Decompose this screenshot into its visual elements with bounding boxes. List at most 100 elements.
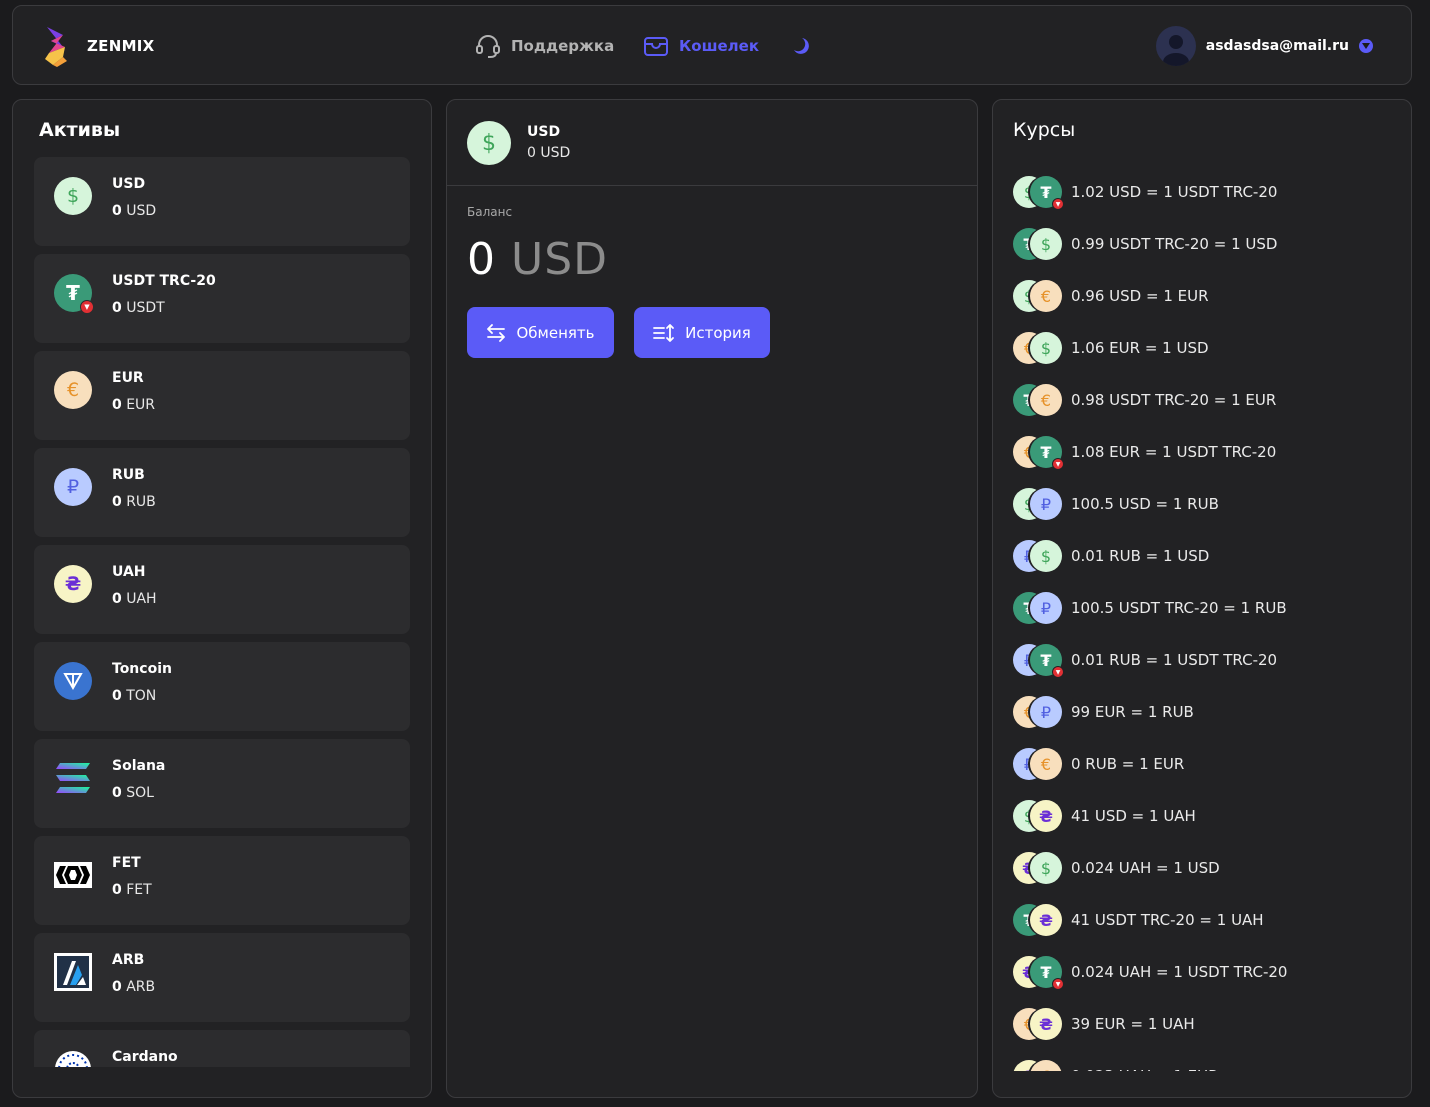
rub-icon: ₽ — [1030, 592, 1062, 624]
rate-row: $ ₮ ▼ 1.02 USD = 1 USDT TRC-20 — [1013, 166, 1403, 218]
user-avatar-icon — [1162, 35, 1189, 66]
uah-icon: ₴ — [1030, 1008, 1062, 1040]
rate-text: 100.5 USDT TRC-20 = 1 RUB — [1071, 599, 1287, 617]
currency-pair-icon: ₴ $ — [1013, 852, 1063, 884]
assets-panel: Активы $ USD 0 USD ₮ ▼ USDT TRC-20 0 USDT… — [12, 99, 432, 1098]
rate-text: 100.5 USD = 1 RUB — [1071, 495, 1219, 513]
asset-card-cardano[interactable]: Cardano — [34, 1030, 410, 1067]
usdt-trc20-icon: ₮ ▼ — [54, 274, 94, 314]
rate-row: ₴ ₮ ▼ 0.024 UAH = 1 USDT TRC-20 — [1013, 946, 1403, 998]
rates-title: Курсы — [1013, 119, 1076, 141]
currency-pair-icon: ₮ ₽ — [1013, 592, 1063, 624]
rate-row: ₮ ₽ 100.5 USDT TRC-20 = 1 RUB — [1013, 582, 1403, 634]
asset-name: ARB — [112, 952, 145, 968]
zenmix-logo-icon[interactable] — [41, 25, 71, 67]
assets-title: Активы — [39, 119, 121, 141]
toncoin-icon — [54, 662, 92, 700]
usd-icon: $ — [467, 121, 511, 165]
rate-text: 0.024 UAH = 1 USD — [1071, 859, 1220, 877]
history-label: История — [685, 323, 751, 342]
currency-pair-icon: ₮ ₴ — [1013, 904, 1063, 936]
rate-row: $ ₽ 100.5 USD = 1 RUB — [1013, 478, 1403, 530]
rate-row: € ₽ 99 EUR = 1 RUB — [1013, 686, 1403, 738]
tron-badge-icon: ▼ — [80, 300, 94, 314]
asset-balance: 0 RUB — [112, 494, 156, 510]
asset-card-arb[interactable]: ARB 0 ARB — [34, 933, 410, 1022]
brand-name: ZENMIX — [87, 37, 155, 55]
chevron-down-icon[interactable] — [1359, 39, 1373, 53]
eur-icon: € — [54, 371, 92, 409]
rates-list: $ ₮ ▼ 1.02 USD = 1 USDT TRC-20 ₮ $0.99 USDT T… — [1013, 166, 1403, 1071]
nav-support[interactable]: Поддержка — [475, 32, 614, 60]
asset-balance: 0 ARB — [112, 979, 156, 995]
asset-card-uah[interactable]: ₴ UAH 0 UAH — [34, 545, 410, 634]
wallet-icon — [644, 37, 668, 56]
rate-text: 0.01 RUB = 1 USDT TRC-20 — [1071, 651, 1278, 669]
history-button[interactable]: История — [634, 307, 770, 358]
currency-pair-icon: $ € — [1013, 280, 1063, 312]
currency-pair-icon: ₽ ₮ ▼ — [1013, 644, 1064, 678]
tron-badge-icon: ▼ — [1052, 666, 1064, 678]
nav-support-label: Поддержка — [511, 37, 615, 55]
exchange-arrows-icon — [487, 323, 506, 342]
rate-row: ₮ $ 0.99 USDT TRC-20 = 1 USD — [1013, 218, 1403, 270]
usdt-icon: ₮ ▼ — [1030, 176, 1064, 210]
asset-card-solana[interactable]: Solana 0 SOL — [34, 739, 410, 828]
currency-pair-icon: € ₽ — [1013, 696, 1063, 728]
asset-card-eur[interactable]: € EUR 0 EUR — [34, 351, 410, 440]
currency-pair-icon: $ ₴ — [1013, 800, 1063, 832]
selected-asset-name: USD — [527, 124, 561, 140]
usdt-icon: ₮ ▼ — [1030, 644, 1064, 678]
balance-label: Баланс — [467, 205, 513, 219]
rate-text: 0.98 USDT TRC-20 = 1 EUR — [1071, 391, 1277, 409]
asset-card-usd[interactable]: $ USD 0 USD — [34, 157, 410, 246]
eur-icon: € — [1030, 748, 1062, 780]
top-header: ZENMIX Поддержка Кошелек asdasdsa@mail.r… — [12, 5, 1412, 85]
rate-row: ₽ ₮ ▼ 0.01 RUB = 1 USDT TRC-20 — [1013, 634, 1403, 686]
assets-list: $ USD 0 USD ₮ ▼ USDT TRC-20 0 USDT € EUR … — [34, 157, 410, 1067]
asset-card-usdt-trc20[interactable]: ₮ ▼ USDT TRC-20 0 USDT — [34, 254, 410, 343]
currency-pair-icon: ₮ € — [1013, 384, 1063, 416]
rate-text: 0.024 UAH = 1 USDT TRC-20 — [1071, 963, 1288, 981]
currency-pair-icon: ₴ ₮ ▼ — [1013, 956, 1064, 990]
rate-text: 0.01 RUB = 1 USD — [1071, 547, 1210, 565]
rate-row: ₮ ₴ 41 USDT TRC-20 = 1 UAH — [1013, 894, 1403, 946]
currency-pair-icon: € $ — [1013, 332, 1063, 364]
theme-toggle-moon-icon[interactable] — [789, 35, 811, 57]
nav-wallet-label: Кошелек — [679, 37, 760, 55]
asset-name: EUR — [112, 370, 144, 386]
asset-name: UAH — [112, 564, 146, 580]
asset-card-toncoin[interactable]: Toncoin 0 TON — [34, 642, 410, 731]
asset-balance: 0 SOL — [112, 785, 154, 801]
currency-pair-icon: ₽ € — [1013, 748, 1063, 780]
selected-asset-header: $ USD 0 USD — [447, 100, 977, 186]
rate-row: ₮ € 0.98 USDT TRC-20 = 1 EUR — [1013, 374, 1403, 426]
rate-text: 99 EUR = 1 RUB — [1071, 703, 1194, 721]
currency-pair-icon: ₽ $ — [1013, 540, 1063, 572]
asset-balance: 0 EUR — [112, 397, 156, 413]
uah-icon: ₴ — [1030, 904, 1062, 936]
rates-panel: Курсы $ ₮ ▼ 1.02 USD = 1 USDT TRC-20 ₮ $0.99 … — [992, 99, 1412, 1098]
asset-name: RUB — [112, 467, 145, 483]
eur-icon: € — [1030, 280, 1062, 312]
uah-icon: ₴ — [54, 565, 92, 603]
user-menu[interactable]: asdasdsa@mail.ru — [1155, 26, 1373, 66]
tron-badge-icon: ▼ — [1052, 978, 1064, 990]
asset-card-rub[interactable]: ₽ RUB 0 RUB — [34, 448, 410, 537]
rate-text: 1.08 EUR = 1 USDT TRC-20 — [1071, 443, 1277, 461]
rate-text: 0.023 UAH = 1 EUR — [1071, 1067, 1219, 1071]
fet-icon — [54, 862, 92, 888]
asset-balance: 0 USDT — [112, 300, 165, 316]
exchange-button[interactable]: Обменять — [467, 307, 614, 358]
asset-card-fet[interactable]: FET 0 FET — [34, 836, 410, 925]
currency-pair-icon: $ ₮ ▼ — [1013, 176, 1064, 210]
rate-text: 0.99 USDT TRC-20 = 1 USD — [1071, 235, 1278, 253]
usd-icon: $ — [54, 177, 92, 215]
asset-name: Toncoin — [112, 661, 172, 677]
currency-pair-icon: € ₴ — [1013, 1008, 1063, 1040]
asset-balance: 0 TON — [112, 688, 157, 704]
exchange-label: Обменять — [516, 323, 595, 342]
nav-wallet[interactable]: Кошелек — [643, 32, 759, 60]
rate-row: € ₴ 39 EUR = 1 UAH — [1013, 998, 1403, 1050]
usdt-icon: ₮ ▼ — [1030, 956, 1064, 990]
